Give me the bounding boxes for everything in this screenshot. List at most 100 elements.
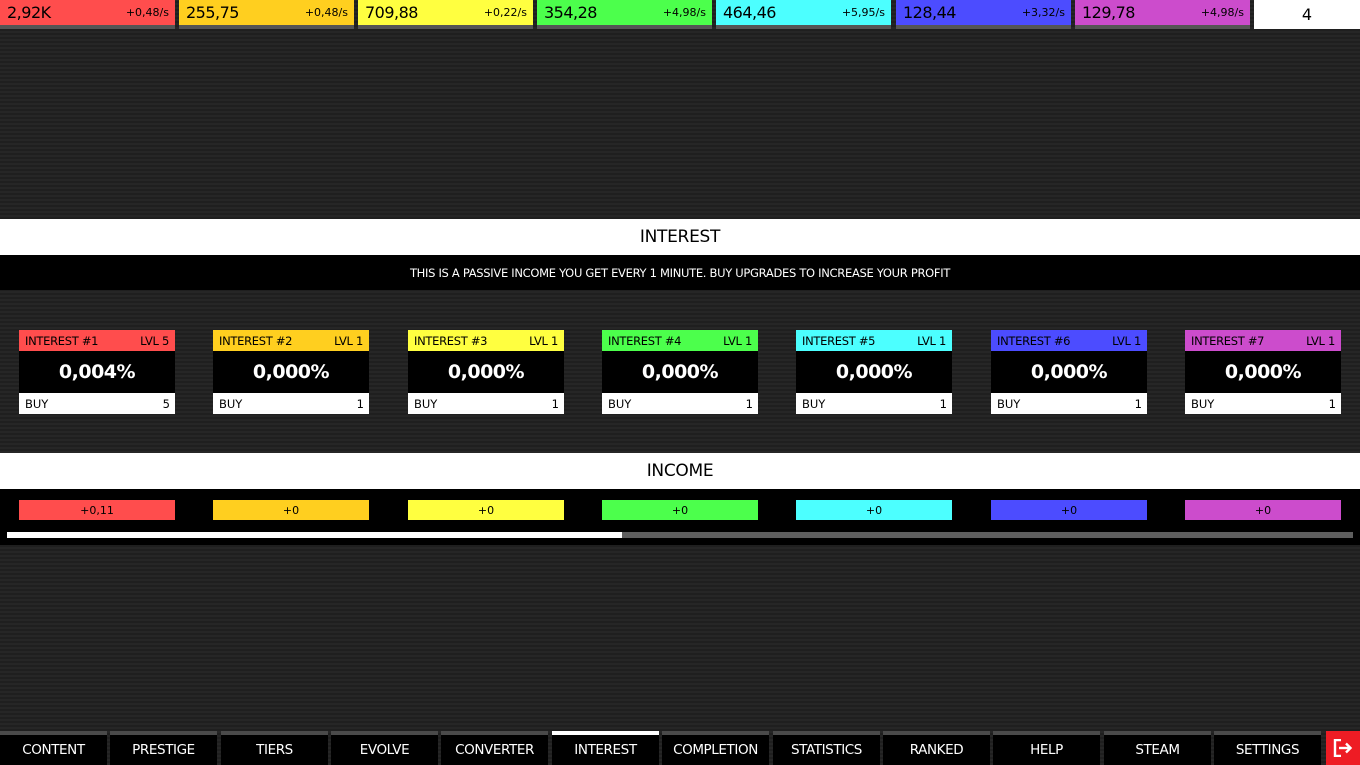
interest-card-header: INTEREST #4 LVL 1 [602,330,758,351]
tab-interest[interactable]: INTEREST [552,731,659,765]
income-value-4: +0 [602,500,758,520]
tab-converter[interactable]: CONVERTER [441,731,548,765]
buy-label: BUY [25,396,49,411]
resource-amount: 128,44 [903,3,956,22]
interest-card-header: INTEREST #7 LVL 1 [1185,330,1341,351]
income-progress-bar [7,532,1353,538]
interest-name: INTEREST #2 [219,333,293,348]
buy-count: 1 [551,396,559,411]
resource-5: 464,46 +5,95/s [716,0,891,29]
interest-card-header: INTEREST #1 LVL 5 [19,330,175,351]
resource-amount: 2,92K [7,3,51,22]
income-value-3: +0 [408,500,564,520]
interest-card-2: INTEREST #2 LVL 1 0,000% BUY 1 [213,330,369,414]
income-value-1: +0,11 [19,500,175,520]
resource-amount: 709,88 [365,3,418,22]
interest-card-header: INTEREST #3 LVL 1 [408,330,564,351]
resource-amount: 255,75 [186,3,239,22]
interest-percent: 0,000% [1185,351,1341,393]
tab-completion[interactable]: COMPLETION [662,731,769,765]
buy-count: 1 [745,396,753,411]
exit-button[interactable] [1326,731,1360,765]
resource-6: 128,44 +3,32/s [896,0,1071,29]
interest-percent: 0,000% [213,351,369,393]
income-value-7: +0 [1185,500,1341,520]
tab-evolve[interactable]: EVOLVE [331,731,438,765]
tab-help[interactable]: HELP [993,731,1100,765]
buy-button[interactable]: BUY 1 [1185,393,1341,414]
resource-rate: +4,98/s [662,6,706,19]
resource-bar: 2,92K +0,48/s 255,75 +0,48/s 709,88 +0,22/s 35… [0,0,1360,33]
buy-count: 5 [162,396,170,411]
tab-statistics[interactable]: STATISTICS [773,731,880,765]
resource-2: 255,75 +0,48/s [179,0,354,29]
interest-card-4: INTEREST #4 LVL 1 0,000% BUY 1 [602,330,758,414]
tab-prestige[interactable]: PRESTIGE [110,731,217,765]
interest-level: LVL 1 [1112,333,1141,348]
resource-amount: 464,46 [723,3,776,22]
interest-percent: 0,004% [19,351,175,393]
buy-button[interactable]: BUY 5 [19,393,175,414]
resource-7: 129,78 +4,98/s [1075,0,1250,29]
interest-card-header: INTEREST #2 LVL 1 [213,330,369,351]
buy-button[interactable]: BUY 1 [602,393,758,414]
buy-label: BUY [414,396,438,411]
resource-amount: 354,28 [544,3,597,22]
income-value-6: +0 [991,500,1147,520]
interest-card-header: INTEREST #6 LVL 1 [991,330,1147,351]
interest-level: LVL 1 [1306,333,1335,348]
income-title: INCOME [0,453,1360,489]
interest-name: INTEREST #4 [608,333,682,348]
tab-settings[interactable]: SETTINGS [1214,731,1321,765]
interest-name: INTEREST #5 [802,333,876,348]
resource-rate: +0,48/s [304,6,348,19]
resource-rate: +0,22/s [483,6,527,19]
buy-label: BUY [219,396,243,411]
interest-percent: 0,000% [408,351,564,393]
interest-card-6: INTEREST #6 LVL 1 0,000% BUY 1 [991,330,1147,414]
tab-ranked[interactable]: RANKED [883,731,990,765]
counter-value: 4 [1254,0,1360,29]
resource-3: 709,88 +0,22/s [358,0,533,29]
interest-card-1: INTEREST #1 LVL 5 0,004% BUY 5 [19,330,175,414]
interest-name: INTEREST #7 [1191,333,1265,348]
interest-percent: 0,000% [991,351,1147,393]
resource-rate: +5,95/s [841,6,885,19]
resource-rate: +4,98/s [1200,6,1244,19]
interest-name: INTEREST #3 [414,333,488,348]
interest-level: LVL 1 [917,333,946,348]
buy-label: BUY [608,396,632,411]
tab-tiers[interactable]: TIERS [221,731,328,765]
interest-description: THIS IS A PASSIVE INCOME YOU GET EVERY 1… [0,255,1360,290]
buy-button[interactable]: BUY 1 [991,393,1147,414]
interest-level: LVL 5 [140,333,169,348]
interest-card-5: INTEREST #5 LVL 1 0,000% BUY 1 [796,330,952,414]
tab-steam[interactable]: STEAM [1104,731,1211,765]
buy-count: 1 [1328,396,1336,411]
interest-level: LVL 1 [529,333,558,348]
buy-button[interactable]: BUY 1 [213,393,369,414]
buy-button[interactable]: BUY 1 [408,393,564,414]
interest-card-3: INTEREST #3 LVL 1 0,000% BUY 1 [408,330,564,414]
income-progress-fill [7,532,623,538]
interest-name: INTEREST #1 [25,333,99,348]
resource-rate: +0,48/s [125,6,169,19]
income-value-2: +0 [213,500,369,520]
resource-amount: 129,78 [1082,3,1135,22]
buy-count: 1 [939,396,947,411]
buy-count: 1 [356,396,364,411]
interest-card-7: INTEREST #7 LVL 1 0,000% BUY 1 [1185,330,1341,414]
buy-count: 1 [1134,396,1142,411]
buy-label: BUY [802,396,826,411]
interest-level: LVL 1 [723,333,752,348]
bottom-nav: CONTENT PRESTIGE TIERS EVOLVE CONVERTER INTER… [0,731,1360,765]
interest-card-header: INTEREST #5 LVL 1 [796,330,952,351]
tab-content[interactable]: CONTENT [0,731,107,765]
buy-button[interactable]: BUY 1 [796,393,952,414]
exit-icon [1333,739,1353,757]
resource-1: 2,92K +0,48/s [0,0,175,29]
resource-4: 354,28 +4,98/s [537,0,712,29]
interest-percent: 0,000% [602,351,758,393]
resource-rate: +3,32/s [1021,6,1065,19]
buy-label: BUY [1191,396,1215,411]
